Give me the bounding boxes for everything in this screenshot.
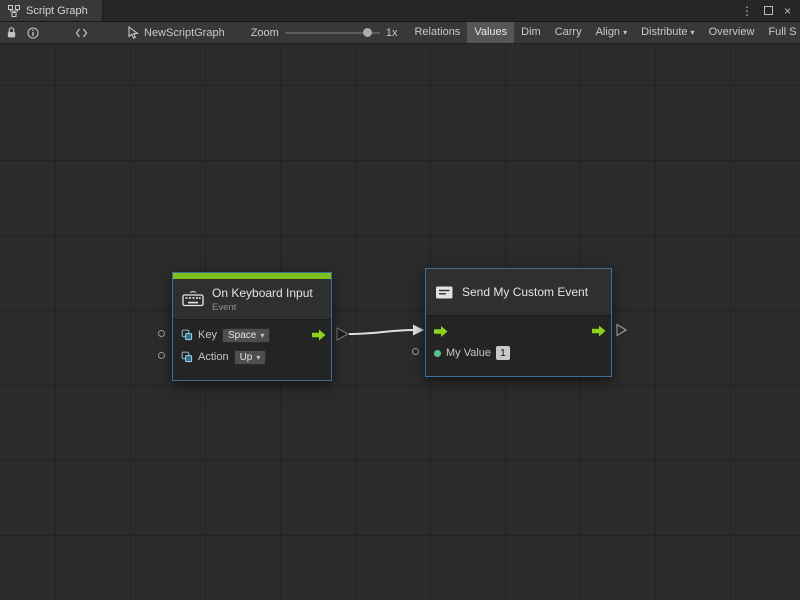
chevron-down-icon: ▾	[691, 22, 695, 43]
flow-port-row	[426, 320, 611, 342]
graph-name: NewScriptGraph	[144, 27, 225, 39]
node-title: Send My Custom Event	[462, 285, 588, 299]
node-title: On Keyboard Input	[212, 286, 313, 300]
overview-button[interactable]: Overview	[702, 22, 762, 43]
fullscreen-button[interactable]: Full S	[761, 22, 800, 43]
node-body: Key Space ▾ Act	[173, 319, 331, 380]
action-port-row: Action Up ▾	[173, 346, 331, 368]
flow-arrow-icon	[434, 326, 448, 337]
lock-icon[interactable]	[6, 26, 17, 39]
node-header[interactable]: Send My Custom Event	[426, 269, 611, 315]
maximize-icon[interactable]	[764, 6, 773, 15]
node-subtitle: Event	[212, 302, 313, 313]
chevron-down-icon: ▾	[623, 22, 627, 43]
zoom-value: 1x	[386, 27, 398, 39]
node-send-my-custom-event[interactable]: Send My Custom Event	[425, 268, 612, 377]
key-port-row: Key Space ▾	[173, 324, 331, 346]
graph-toolbar: NewScriptGraph Zoom 1x Relations Values …	[0, 22, 800, 44]
action-port-circle[interactable]	[158, 352, 165, 359]
enum-type-icon	[181, 351, 193, 363]
zoom-slider[interactable]	[285, 28, 380, 38]
script-graph-window: Script Graph ⋮ ×	[0, 0, 800, 600]
toolbar-buttons: Relations Values Dim Carry Align ▾ Distr…	[407, 22, 800, 43]
trigger-output-port[interactable]	[592, 326, 606, 337]
key-dropdown[interactable]: Space ▾	[222, 328, 270, 343]
custom-event-icon	[435, 284, 454, 301]
connection-wire[interactable]	[349, 330, 413, 334]
titlebar: Script Graph ⋮ ×	[0, 0, 800, 22]
close-icon[interactable]: ×	[784, 5, 791, 17]
action-port-label: Action	[198, 351, 229, 363]
action-dropdown[interactable]: Up ▾	[234, 350, 267, 365]
node-on-keyboard-input[interactable]: On Keyboard Input Event Key Space ▾	[172, 272, 332, 381]
trigger-input-port[interactable]	[434, 326, 448, 337]
flow-arrow-icon	[312, 330, 326, 341]
carry-button[interactable]: Carry	[548, 22, 589, 43]
zoom-label: Zoom	[251, 27, 279, 39]
unconnected-output-marker[interactable]	[617, 325, 626, 336]
wire-layer	[0, 44, 800, 600]
script-graph-icon	[8, 5, 20, 17]
code-icon[interactable]	[75, 27, 88, 39]
my-value-port-circle[interactable]	[412, 348, 419, 355]
node-body: My Value 1	[426, 315, 611, 376]
chevron-down-icon: ▾	[256, 353, 260, 362]
tab-title: Script Graph	[26, 5, 88, 17]
distribute-dropdown-button[interactable]: Distribute ▾	[634, 22, 701, 43]
my-value-input[interactable]: 1	[496, 346, 510, 360]
my-value-label: My Value	[446, 347, 491, 359]
dim-button[interactable]: Dim	[514, 22, 548, 43]
enum-type-icon	[181, 329, 193, 341]
wire-arrowhead	[413, 325, 424, 336]
my-value-port-row: My Value 1	[426, 342, 611, 364]
align-dropdown-button[interactable]: Align ▾	[589, 22, 634, 43]
node-header[interactable]: On Keyboard Input Event	[173, 279, 331, 319]
relations-button[interactable]: Relations	[407, 22, 467, 43]
keyboard-icon	[182, 291, 204, 307]
info-icon[interactable]	[27, 27, 39, 39]
zoom-slider-handle[interactable]	[363, 28, 372, 37]
window-menu-icon[interactable]: ⋮	[741, 5, 753, 17]
output-port-marker[interactable]	[337, 328, 348, 340]
values-button[interactable]: Values	[467, 22, 514, 43]
key-port-circle[interactable]	[158, 330, 165, 337]
value-type-dot-icon[interactable]	[434, 350, 441, 357]
graph-pointer-icon	[128, 26, 139, 39]
key-port-label: Key	[198, 329, 217, 341]
graph-canvas[interactable]: On Keyboard Input Event Key Space ▾	[0, 44, 800, 600]
trigger-output-port[interactable]	[312, 330, 326, 341]
flow-arrow-icon	[592, 326, 606, 337]
tab-script-graph[interactable]: Script Graph	[0, 0, 103, 21]
window-controls: ⋮ ×	[741, 0, 800, 21]
chevron-down-icon: ▾	[260, 331, 264, 340]
